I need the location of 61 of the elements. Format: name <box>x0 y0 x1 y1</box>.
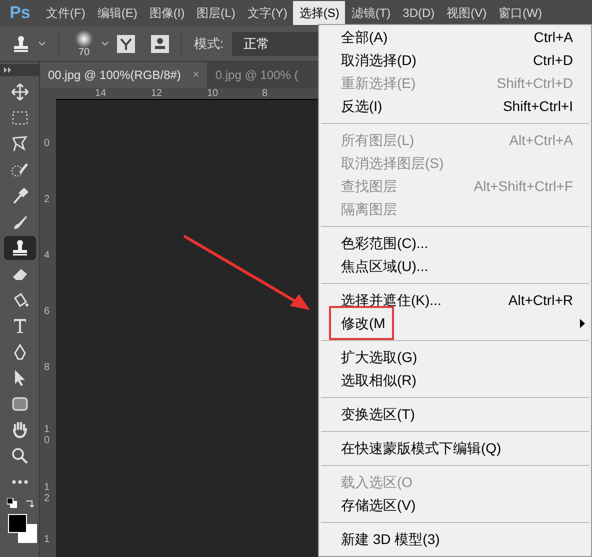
tool-button[interactable] <box>4 236 36 260</box>
ruler-number: 0 <box>44 138 51 149</box>
menu-item[interactable]: 修改(M <box>319 312 591 335</box>
ruler-number: 14 <box>95 87 106 101</box>
ruler-number: 12 <box>44 482 51 504</box>
ruler-number: 4 <box>44 250 51 261</box>
menu-title[interactable]: 文件(F) <box>40 1 92 25</box>
menu-item[interactable]: 存储选区(V) <box>319 494 591 517</box>
mode-label: 模式: <box>194 34 224 53</box>
menu-item[interactable]: 新建 3D 模型(3) <box>319 528 591 551</box>
menu-title[interactable]: 图层(L) <box>190 1 242 25</box>
brush-panel-icon[interactable] <box>117 34 135 52</box>
shortcut-text: Shift+Ctrl+I <box>502 97 573 116</box>
menu-item[interactable]: 反选(I) Shift+Ctrl+I <box>319 95 591 118</box>
ruler-number: 10 <box>44 424 51 446</box>
shortcut-text: Alt+Ctrl+A <box>509 131 573 150</box>
menu-title[interactable]: 3D(D) <box>396 1 441 25</box>
menu-title[interactable]: 视图(V) <box>440 1 493 25</box>
brush-size: 70 <box>78 48 90 58</box>
app-logo-icon: Ps <box>10 0 30 26</box>
shortcut-text: Shift+Ctrl+D <box>496 74 573 93</box>
menu-title[interactable]: 选择(S) <box>293 1 346 25</box>
caret-icon[interactable] <box>101 40 109 46</box>
menu-title[interactable]: 图像(I) <box>143 1 191 25</box>
shortcut-text: Ctrl+D <box>532 51 573 70</box>
shortcut-text: Alt+Ctrl+R <box>508 291 573 310</box>
document-tab[interactable]: 00.jpg @ 100%(RGB/8#) × <box>40 62 208 88</box>
ruler-number: 2 <box>44 194 51 205</box>
menu-item[interactable]: 焦点区域(U)... <box>319 255 591 278</box>
ruler-number: 10 <box>207 87 218 101</box>
shortcut-text: Alt+Shift+Ctrl+F <box>474 177 573 196</box>
menu-title[interactable]: 文字(Y) <box>241 1 294 25</box>
default-colors-icon[interactable] <box>6 498 16 508</box>
menu-item[interactable]: 在快速蒙版模式下编辑(Q) <box>319 437 591 460</box>
more-icon <box>12 480 28 484</box>
brush-preview-icon[interactable] <box>75 30 93 48</box>
menu-title[interactable]: 窗口(W) <box>492 1 548 25</box>
menu-title[interactable]: 编辑(E) <box>91 1 144 25</box>
menu-item[interactable]: 变换选区(T) <box>319 403 591 426</box>
stamp-icon[interactable] <box>12 34 30 52</box>
close-icon[interactable]: × <box>192 66 200 84</box>
ruler-number: 8 <box>44 362 51 373</box>
caret-icon[interactable] <box>38 40 46 46</box>
menu-item[interactable]: 取消选择(D) Ctrl+D <box>319 49 591 72</box>
color-swatches-drawing[interactable] <box>8 514 36 543</box>
menu-item[interactable]: 色彩范围(C)... <box>319 232 591 255</box>
menu-title[interactable]: 滤镜(T) <box>345 1 397 25</box>
ruler-number: 6 <box>44 306 51 317</box>
menu-item[interactable]: 扩大选取(G) <box>319 346 591 369</box>
move-icon <box>10 82 30 102</box>
swap-colors-icon[interactable] <box>24 498 34 508</box>
menu-item[interactable]: 全部(A) Ctrl+A <box>319 26 591 49</box>
search-icon <box>10 446 30 466</box>
ruler-number: 1 <box>44 534 51 545</box>
menu-item[interactable]: 选取相似(R) <box>319 369 591 392</box>
lasso-icon <box>10 134 30 154</box>
expand-icon[interactable] <box>4 67 12 73</box>
ruler-number: 8 <box>262 87 268 101</box>
ruler-number: 12 <box>151 87 162 101</box>
shortcut-text: Ctrl+A <box>534 28 573 47</box>
clone-source-icon[interactable] <box>151 34 169 52</box>
